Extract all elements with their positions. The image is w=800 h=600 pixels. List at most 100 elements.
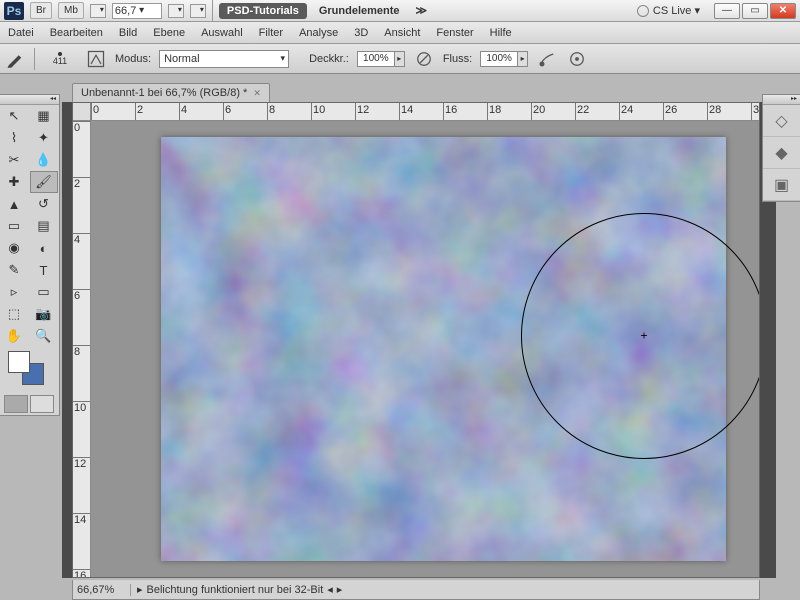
ruler-v-tick: 8 [73, 345, 90, 358]
ruler-h-tick: 4 [179, 103, 187, 120]
canvas-area: 024681012141618202224262830 024681012141… [72, 102, 760, 578]
minimize-button[interactable]: — [714, 3, 740, 19]
quickmask-mode-button[interactable] [30, 395, 54, 413]
options-bar: 411 Modus: Normal Deckkr.: 100% ▸ Fluss:… [0, 44, 800, 74]
ruler-h-tick: 16 [443, 103, 457, 120]
viewport[interactable] [91, 121, 759, 577]
menu-bar: Datei Bearbeiten Bild Ebene Auswahl Filt… [0, 22, 800, 44]
tool-move[interactable]: ↖ [0, 105, 28, 127]
panel-dock-collapse[interactable] [763, 95, 800, 105]
tool-pen[interactable]: ✎ [0, 259, 28, 281]
tool-gradient[interactable]: ▤ [30, 215, 58, 237]
opacity-flyout[interactable]: ▸ [395, 51, 405, 67]
ruler-origin[interactable] [73, 103, 91, 121]
close-button[interactable]: ✕ [770, 3, 796, 19]
screen-mode-dropdown[interactable] [168, 4, 184, 18]
menu-datei[interactable]: Datei [8, 27, 34, 39]
color-swatches[interactable] [0, 347, 59, 393]
ruler-h-tick: 30 [751, 103, 759, 120]
ruler-v-tick: 4 [73, 233, 90, 246]
ruler-h-tick: 6 [223, 103, 231, 120]
ruler-v-tick: 14 [73, 513, 90, 526]
tool-3d[interactable]: ⬚ [0, 303, 28, 325]
tool-path-sel[interactable]: ▹ [0, 281, 28, 303]
tool-wand[interactable]: ✦ [30, 127, 58, 149]
tool-brush[interactable]: 🖌 [30, 171, 58, 193]
channels-panel-icon[interactable]: ◆ [763, 137, 800, 169]
panel-dock-right: ◇ ◆ ▣ [762, 94, 800, 202]
flow-input[interactable]: 100% [480, 51, 518, 67]
cs-live[interactable]: CS Live ▾ [637, 4, 700, 17]
adjustments-panel-icon[interactable]: ▣ [763, 169, 800, 201]
ruler-v-tick: 10 [73, 401, 90, 414]
menu-fenster[interactable]: Fenster [436, 27, 473, 39]
status-scrub-right[interactable]: ▸ [337, 583, 343, 596]
tool-shape[interactable]: ▭ [30, 281, 58, 303]
brush-preset-picker[interactable]: 411 [43, 52, 77, 66]
foreground-color-swatch[interactable] [8, 351, 30, 373]
status-zoom[interactable]: 66,67% [73, 584, 131, 596]
menu-3d[interactable]: 3D [354, 27, 368, 39]
document-tab[interactable]: Unbenannt-1 bei 66,7% (RGB/8) * ✕ [72, 83, 270, 102]
menu-analyse[interactable]: Analyse [299, 27, 338, 39]
zoom-combo[interactable]: 66,7 ▾ [112, 3, 162, 19]
tablet-size-toggle[interactable] [566, 48, 588, 70]
tool-history[interactable]: ↺ [30, 193, 58, 215]
tool-eyedropper[interactable]: 💧 [30, 149, 58, 171]
bridge-button[interactable]: Br [30, 2, 52, 19]
menu-ebene[interactable]: Ebene [153, 27, 185, 39]
layers-panel-icon[interactable]: ◇ [763, 105, 800, 137]
menu-auswahl[interactable]: Auswahl [201, 27, 243, 39]
ruler-v-tick: 0 [73, 121, 90, 134]
maximize-button[interactable]: ▭ [742, 3, 768, 19]
dock-strip-left [62, 102, 72, 578]
mode-label: Modus: [115, 53, 151, 65]
tool-dodge[interactable]: ◐ [30, 237, 58, 259]
canvas[interactable] [161, 137, 726, 561]
blend-mode-select[interactable]: Normal [159, 50, 289, 68]
menu-ansicht[interactable]: Ansicht [384, 27, 420, 39]
status-arrow-icon[interactable]: ▸ [137, 583, 143, 596]
tool-hand[interactable]: ✋ [0, 325, 28, 347]
arrange-docs-dropdown[interactable] [90, 4, 106, 18]
menu-hilfe[interactable]: Hilfe [490, 27, 512, 39]
tool-lasso[interactable]: ⌇ [0, 127, 28, 149]
workspace: ↖▦⌇✦✂💧✚🖌▲↺▭▤◉◐✎T▹▭⬚📷✋🔍 Unbenannt-1 bei 6… [0, 80, 800, 600]
tool-blur[interactable]: ◉ [0, 237, 28, 259]
title-bar: Ps Br Mb 66,7 ▾ PSD-Tutorials Grundeleme… [0, 0, 800, 22]
extras-dropdown[interactable] [190, 4, 206, 18]
tool-crop[interactable]: ✂ [0, 149, 28, 171]
status-bar: 66,67% ▸ Belichtung funktioniert nur bei… [72, 580, 760, 600]
opacity-input[interactable]: 100% [357, 51, 395, 67]
ruler-h-tick: 26 [663, 103, 677, 120]
tool-3d-cam[interactable]: 📷 [30, 303, 58, 325]
ruler-horizontal[interactable]: 024681012141618202224262830 [91, 103, 759, 121]
flow-flyout[interactable]: ▸ [518, 51, 528, 67]
tool-marquee[interactable]: ▦ [30, 105, 58, 127]
tablet-opacity-toggle[interactable] [413, 48, 435, 70]
tool-preset-picker[interactable] [4, 48, 26, 70]
toolbox-collapse[interactable] [0, 95, 59, 105]
tool-eraser[interactable]: ▭ [0, 215, 28, 237]
ruler-vertical[interactable]: 0246810121416 [73, 121, 91, 577]
menu-bild[interactable]: Bild [119, 27, 137, 39]
brush-panel-toggle[interactable] [85, 48, 107, 70]
workspace-pill[interactable]: Grundelemente [313, 3, 406, 19]
app-logo: Ps [4, 2, 24, 20]
ruler-h-tick: 28 [707, 103, 721, 120]
tool-type[interactable]: T [30, 259, 58, 281]
tool-zoom[interactable]: 🔍 [30, 325, 58, 347]
minibridge-button[interactable]: Mb [58, 2, 84, 19]
status-scrub-left[interactable]: ◂ [327, 583, 333, 596]
ruler-v-tick: 6 [73, 289, 90, 302]
tool-healing[interactable]: ✚ [0, 171, 28, 193]
standard-mode-button[interactable] [4, 395, 28, 413]
airbrush-toggle[interactable] [536, 48, 558, 70]
workspace-more[interactable]: ≫ [412, 4, 432, 17]
ruler-v-tick: 12 [73, 457, 90, 470]
menu-bearbeiten[interactable]: Bearbeiten [50, 27, 103, 39]
workspace-pill-active[interactable]: PSD-Tutorials [219, 3, 307, 19]
menu-filter[interactable]: Filter [259, 27, 283, 39]
close-tab-icon[interactable]: ✕ [253, 88, 261, 99]
tool-stamp[interactable]: ▲ [0, 193, 28, 215]
